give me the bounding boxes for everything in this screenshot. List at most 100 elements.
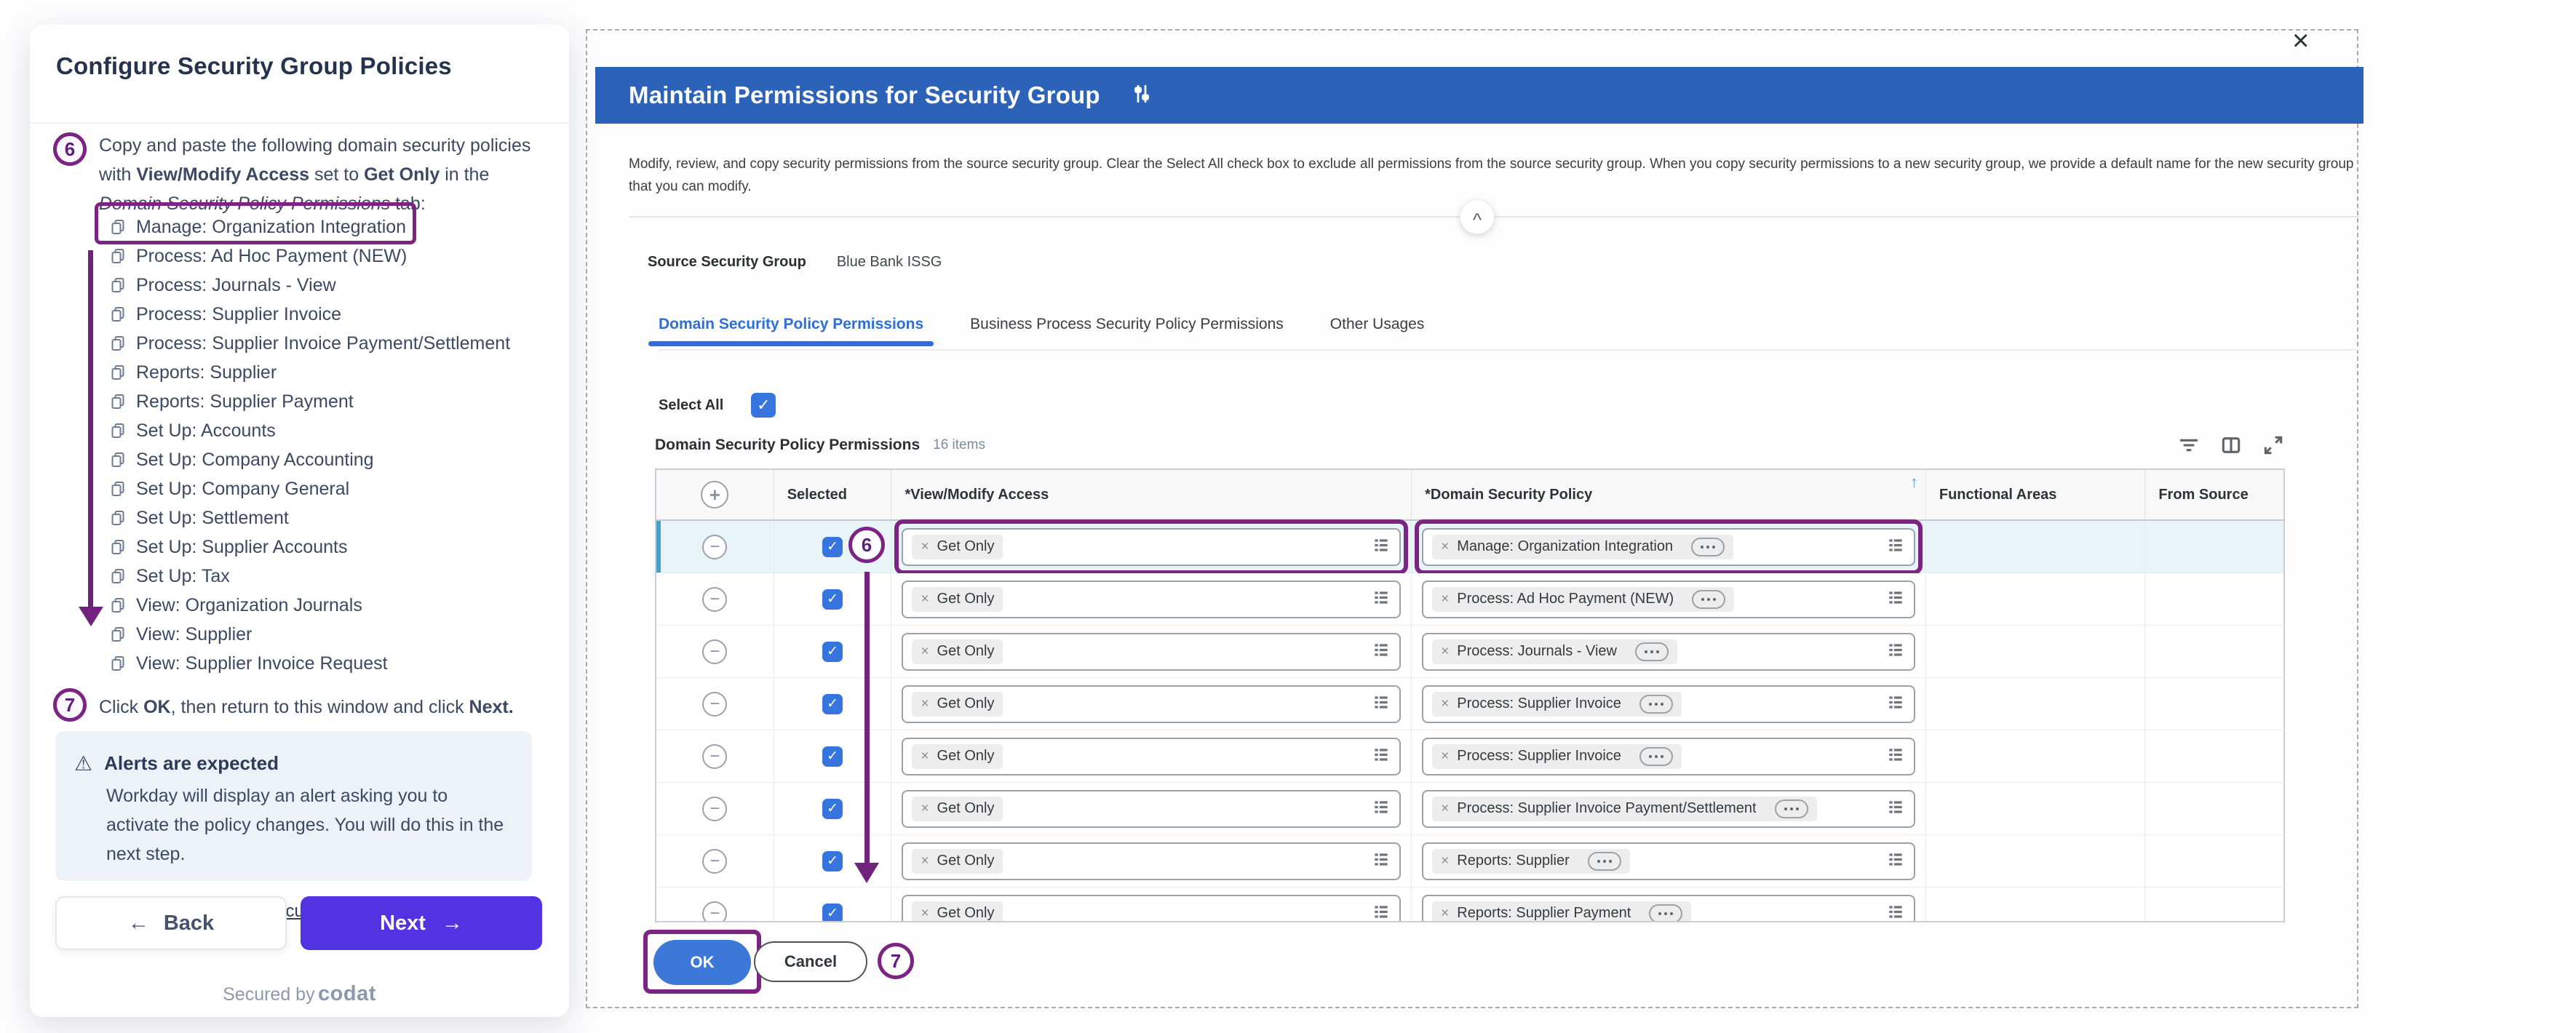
related-actions-icon[interactable] xyxy=(1639,695,1673,714)
domain-security-policy-input[interactable]: ×Process: Journals - View xyxy=(1422,633,1915,671)
collapse-button[interactable]: ^ xyxy=(1460,199,1495,234)
row-selected-checkbox[interactable]: ✓ xyxy=(822,799,843,819)
remove-row-button[interactable]: − xyxy=(702,797,727,821)
tab-business-process-security-policy-permissions[interactable]: Business Process Security Policy Permiss… xyxy=(970,316,1284,346)
back-button[interactable]: ← Back xyxy=(55,896,287,950)
prompt-list-icon[interactable] xyxy=(1372,797,1391,820)
row-selected-checkbox[interactable]: ✓ xyxy=(822,642,843,662)
sort-arrow-icon[interactable]: ↑ xyxy=(1910,473,1918,492)
policy-list-item[interactable]: Set Up: Settlement xyxy=(109,503,546,533)
remove-value-icon[interactable]: × xyxy=(921,644,929,660)
prompt-list-icon[interactable] xyxy=(1372,902,1391,922)
view-modify-access-input[interactable]: ×Get Only xyxy=(902,528,1401,566)
close-icon[interactable]: × xyxy=(2292,26,2309,55)
view-modify-access-input[interactable]: ×Get Only xyxy=(902,895,1401,923)
remove-value-icon[interactable]: × xyxy=(921,539,929,555)
remove-value-icon[interactable]: × xyxy=(921,749,929,765)
row-selected-checkbox[interactable]: ✓ xyxy=(822,537,843,557)
domain-security-policy-input[interactable]: ×Process: Ad Hoc Payment (NEW) xyxy=(1422,581,1915,618)
row-selected-checkbox[interactable]: ✓ xyxy=(822,904,843,923)
remove-value-icon[interactable]: × xyxy=(1441,749,1449,765)
remove-value-icon[interactable]: × xyxy=(1441,801,1449,817)
remove-row-button[interactable]: − xyxy=(702,901,727,923)
prompt-list-icon[interactable] xyxy=(1886,693,1905,715)
row-selected-checkbox[interactable]: ✓ xyxy=(822,694,843,714)
view-modify-access-input[interactable]: ×Get Only xyxy=(902,581,1401,618)
domain-security-policy-input[interactable]: ×Reports: Supplier Payment xyxy=(1422,895,1915,923)
filter-icon[interactable] xyxy=(2177,434,2201,457)
related-actions-icon[interactable] xyxy=(1649,904,1682,923)
prompt-list-icon[interactable] xyxy=(1886,745,1905,767)
remove-value-icon[interactable]: × xyxy=(1441,539,1449,555)
view-modify-access-input[interactable]: ×Get Only xyxy=(902,842,1401,880)
prompt-list-icon[interactable] xyxy=(1886,850,1905,872)
remove-row-button[interactable]: − xyxy=(702,692,727,717)
prompt-list-icon[interactable] xyxy=(1886,588,1905,610)
remove-value-icon[interactable]: × xyxy=(1441,906,1449,922)
tab-other-usages[interactable]: Other Usages xyxy=(1330,316,1425,346)
columns-icon[interactable] xyxy=(2219,434,2243,457)
row-selected-checkbox[interactable]: ✓ xyxy=(822,851,843,872)
policy-list-item[interactable]: View: Organization Journals xyxy=(109,591,546,620)
prompt-list-icon[interactable] xyxy=(1372,588,1391,610)
remove-row-button[interactable]: − xyxy=(702,744,727,769)
select-all-checkbox[interactable]: ✓ xyxy=(751,393,776,418)
remove-value-icon[interactable]: × xyxy=(1441,696,1449,712)
policy-list-item[interactable]: View: Supplier Invoice Request xyxy=(109,649,546,678)
related-actions-icon[interactable] xyxy=(1639,747,1673,766)
domain-security-policy-input[interactable]: ×Process: Supplier Invoice xyxy=(1422,738,1915,775)
view-modify-access-input[interactable]: ×Get Only xyxy=(902,633,1401,671)
related-actions-icon[interactable] xyxy=(1692,590,1725,609)
prompt-list-icon[interactable] xyxy=(1886,797,1905,820)
tab-domain-security-policy-permissions[interactable]: Domain Security Policy Permissions xyxy=(659,316,923,346)
remove-value-icon[interactable]: × xyxy=(1441,644,1449,660)
add-row-button[interactable]: + xyxy=(701,481,728,508)
remove-value-icon[interactable]: × xyxy=(1441,853,1449,869)
expand-icon[interactable] xyxy=(2262,434,2285,457)
policy-list-item[interactable]: Set Up: Company General xyxy=(109,474,546,503)
row-selected-checkbox[interactable]: ✓ xyxy=(822,746,843,767)
view-modify-access-input[interactable]: ×Get Only xyxy=(902,738,1401,775)
remove-value-icon[interactable]: × xyxy=(921,591,929,607)
policy-list-item[interactable]: Process: Ad Hoc Payment (NEW) xyxy=(109,242,546,271)
domain-security-policy-input[interactable]: ×Reports: Supplier xyxy=(1422,842,1915,880)
remove-value-icon[interactable]: × xyxy=(1441,591,1449,607)
related-actions-icon[interactable] xyxy=(1691,538,1725,557)
remove-row-button[interactable]: − xyxy=(702,587,727,612)
policy-list-item[interactable]: Reports: Supplier Payment xyxy=(109,387,546,416)
domain-security-policy-input[interactable]: ×Manage: Organization Integration xyxy=(1422,528,1915,566)
policy-list-item[interactable]: Process: Journals - View xyxy=(109,271,546,300)
prompt-list-icon[interactable] xyxy=(1886,640,1905,663)
policy-list-item[interactable]: Set Up: Tax xyxy=(109,562,546,591)
policy-list-item[interactable]: Process: Supplier Invoice Payment/Settle… xyxy=(109,329,546,358)
row-selected-checkbox[interactable]: ✓ xyxy=(822,589,843,610)
prompt-list-icon[interactable] xyxy=(1372,640,1391,663)
policy-list-item[interactable]: Reports: Supplier xyxy=(109,358,546,387)
policy-list-item[interactable]: Set Up: Company Accounting xyxy=(109,445,546,474)
related-actions-icon[interactable] xyxy=(1775,799,1808,818)
prompt-list-icon[interactable] xyxy=(1372,693,1391,715)
related-actions-icon[interactable] xyxy=(1588,852,1621,871)
domain-security-policy-input[interactable]: ×Process: Supplier Invoice xyxy=(1422,685,1915,723)
remove-row-button[interactable]: − xyxy=(702,535,727,559)
remove-value-icon[interactable]: × xyxy=(921,906,929,922)
policy-list-item[interactable]: Set Up: Accounts xyxy=(109,416,546,445)
domain-security-policy-input[interactable]: ×Process: Supplier Invoice Payment/Settl… xyxy=(1422,790,1915,828)
prompt-list-icon[interactable] xyxy=(1886,902,1905,922)
cancel-button[interactable]: Cancel xyxy=(754,941,867,982)
policy-list-item[interactable]: View: Supplier xyxy=(109,620,546,649)
ok-button[interactable]: OK xyxy=(653,940,751,985)
remove-value-icon[interactable]: × xyxy=(921,801,929,817)
view-modify-access-input[interactable]: ×Get Only xyxy=(902,790,1401,828)
policy-list-item[interactable]: Process: Supplier Invoice xyxy=(109,300,546,329)
view-modify-access-input[interactable]: ×Get Only xyxy=(902,685,1401,723)
policy-list-item[interactable]: Set Up: Supplier Accounts xyxy=(109,533,546,562)
prompt-list-icon[interactable] xyxy=(1372,850,1391,872)
prompt-list-icon[interactable] xyxy=(1372,745,1391,767)
prompt-list-icon[interactable] xyxy=(1886,535,1905,558)
next-button[interactable]: Next → xyxy=(301,896,542,950)
remove-value-icon[interactable]: × xyxy=(921,696,929,712)
remove-row-button[interactable]: − xyxy=(702,849,727,874)
prompt-list-icon[interactable] xyxy=(1372,535,1391,558)
remove-row-button[interactable]: − xyxy=(702,639,727,664)
